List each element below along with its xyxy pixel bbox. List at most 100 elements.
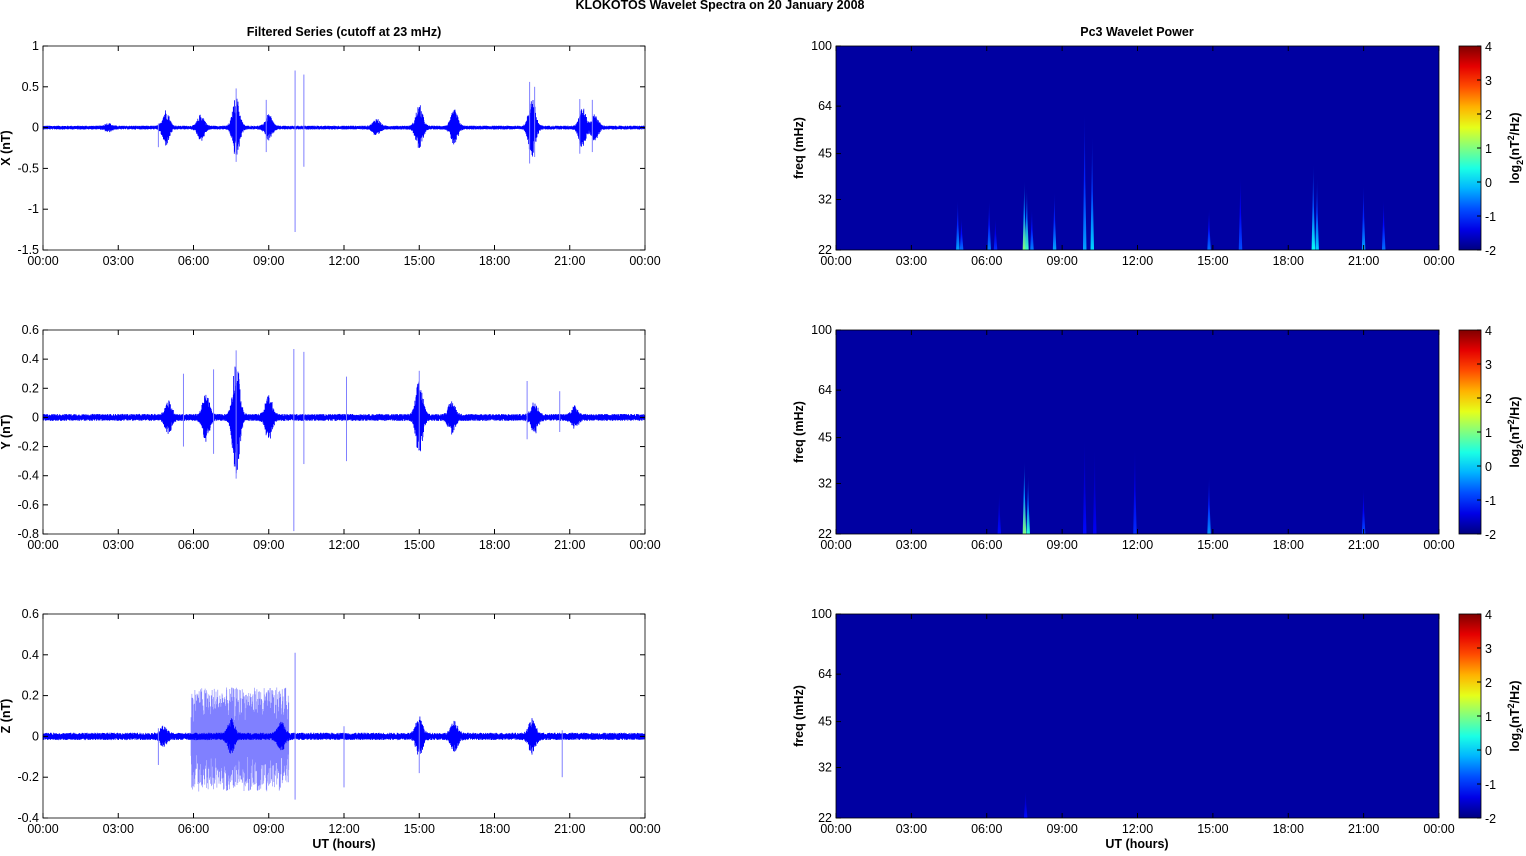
y-axis-label: Z (nT): [0, 699, 13, 734]
colorbar-tick-label: 3: [1485, 74, 1492, 88]
timeseries-panel-z: 0.60.40.20-0.2-0.400:00 03:00 06:00 09:00 12…: [0, 607, 661, 836]
colorbar-tick-label: 2: [1485, 676, 1492, 690]
x-tick-label: 18:00: [1273, 538, 1304, 552]
colorbar-tick-label: -2: [1485, 528, 1496, 542]
x-tick-label: 18:00: [1273, 254, 1304, 268]
x-tick-label: 15:00: [1197, 254, 1228, 268]
x-tick-label: 00:00: [1423, 254, 1454, 268]
y-tick-label: 45: [818, 147, 832, 161]
y-tick-label: 45: [818, 431, 832, 445]
colorbar-label: log2(nT2/Hz): [1506, 112, 1525, 183]
y-tick-label: 0.4: [22, 352, 39, 366]
x-axis-label-right: UT (hours): [1105, 837, 1168, 851]
x-tick-label: 18:00: [479, 822, 510, 836]
x-tick-label: 21:00: [1348, 254, 1379, 268]
timeseries-panel-y: 0.60.40.20-0.2-0.4-0.6-0.800:00 03:00 06:0…: [0, 323, 661, 552]
colorbar-tick-label: 3: [1485, 642, 1492, 656]
y-tick-label: 0.4: [22, 648, 39, 662]
y-tick-label: 32: [818, 477, 832, 491]
colorbar-tick-label: 0: [1485, 176, 1492, 190]
x-tick-label: 09:00: [253, 254, 284, 268]
x-tick-label: 06:00: [971, 254, 1002, 268]
x-tick-label: 15:00: [404, 538, 435, 552]
y-tick-label: 0: [32, 410, 39, 424]
colorbar-label-part: /Hz): [1508, 680, 1522, 703]
colorbar-label-part: (nT: [1508, 140, 1522, 160]
colorbar-tick-label: 4: [1485, 608, 1492, 622]
colorbar: 4 3 2 1 0 -1 -2 log2(nT2/Hz): [1458, 608, 1525, 826]
y-tick-label: 100: [811, 607, 832, 621]
y-tick-label: 0.2: [22, 689, 39, 703]
colorbar-tick-label: 3: [1485, 358, 1492, 372]
y-tick-label: -0.2: [17, 770, 39, 784]
x-tick-label: 12:00: [328, 538, 359, 552]
x-tick-label: 03:00: [103, 254, 134, 268]
y-tick-label: -0.4: [17, 469, 39, 483]
x-tick-label: 03:00: [103, 822, 134, 836]
x-tick-label: 06:00: [971, 822, 1002, 836]
y-axis-label: X (nT): [0, 130, 13, 165]
spectrum-background: [836, 614, 1439, 818]
plot-area: [43, 330, 645, 534]
timeseries-panel-x: 10.50-0.5-1-1.500:00 03:00 06:00 09:00 12:00…: [0, 39, 661, 268]
y-axis-label: freq (mHz): [792, 117, 806, 179]
colorbar-label: log2(nT2/Hz): [1506, 680, 1525, 751]
x-tick-label: 00:00: [820, 538, 851, 552]
x-tick-label: 06:00: [971, 538, 1002, 552]
x-tick-label: 21:00: [1348, 822, 1379, 836]
y-tick-label: 0.5: [22, 80, 39, 94]
x-tick-label: 15:00: [404, 822, 435, 836]
y-tick-label: 45: [818, 715, 832, 729]
y-tick-label: 64: [818, 383, 832, 397]
y-tick-label: 0.6: [22, 607, 39, 621]
colorbar-tick-label: -1: [1485, 494, 1496, 508]
colorbar-tick-label: 1: [1485, 142, 1492, 156]
x-tick-label: 00:00: [629, 538, 660, 552]
figure-title: KLOKOTOS Wavelet Spectra on 20 January 2…: [575, 0, 864, 12]
spectrum-panel-y: 1006445322200:00 03:00 06:00 09:00 12:00 15:0…: [792, 323, 1455, 552]
colorbar-tick-label: 1: [1485, 710, 1492, 724]
x-tick-label: 00:00: [27, 538, 58, 552]
x-tick-label: 00:00: [820, 254, 851, 268]
y-tick-label: -0.5: [17, 161, 39, 175]
x-tick-label: 06:00: [178, 822, 209, 836]
x-tick-label: 00:00: [1423, 538, 1454, 552]
right-column-title: Pc3 Wavelet Power: [1080, 25, 1194, 39]
x-tick-label: 00:00: [629, 254, 660, 268]
x-tick-label: 21:00: [1348, 538, 1379, 552]
spectrum-background: [836, 46, 1439, 250]
colorbar-tick-label: -2: [1485, 244, 1496, 258]
x-tick-label: 12:00: [1122, 538, 1153, 552]
figure: KLOKOTOS Wavelet Spectra on 20 January 2…: [0, 0, 1525, 851]
colorbar: 4 3 2 1 0 -1 -2 log2(nT2/Hz): [1458, 40, 1525, 258]
x-tick-label: 15:00: [1197, 538, 1228, 552]
x-tick-label: 00:00: [27, 822, 58, 836]
x-tick-label: 00:00: [27, 254, 58, 268]
x-tick-label: 03:00: [896, 538, 927, 552]
y-tick-label: 0: [32, 729, 39, 743]
colorbar-tick-label: -1: [1485, 210, 1496, 224]
y-tick-label: 100: [811, 39, 832, 53]
x-tick-label: 09:00: [1046, 254, 1077, 268]
x-tick-label: 03:00: [896, 822, 927, 836]
spectrum-panel-z: 1006445322200:00 03:00 06:00 09:00 12:00 15:0…: [792, 607, 1455, 836]
colorbar-label-part: log: [1508, 733, 1522, 752]
x-axis-label-left: UT (hours): [312, 837, 375, 851]
y-tick-label: 64: [818, 99, 832, 113]
x-tick-label: 21:00: [554, 254, 585, 268]
x-tick-label: 09:00: [253, 822, 284, 836]
colorbar-tick-label: 4: [1485, 324, 1492, 338]
colorbar-label-part: (nT: [1508, 424, 1522, 444]
y-tick-label: 0.6: [22, 323, 39, 337]
colorbar-tick-label: 0: [1485, 744, 1492, 758]
y-tick-label: 32: [818, 761, 832, 775]
x-tick-label: 12:00: [1122, 254, 1153, 268]
left-column-title: Filtered Series (cutoff at 23 mHz): [247, 25, 442, 39]
y-axis-label: freq (mHz): [792, 401, 806, 463]
x-tick-label: 06:00: [178, 254, 209, 268]
colorbar-tick-label: -2: [1485, 812, 1496, 826]
spectrum-panel-x: 1006445322200:00 03:00 06:00 09:00 12:00 15:0…: [792, 39, 1455, 268]
colorbar-label-part: /Hz): [1508, 112, 1522, 135]
colorbar-tick-label: 4: [1485, 40, 1492, 54]
colorbar-label-part: log: [1508, 449, 1522, 468]
